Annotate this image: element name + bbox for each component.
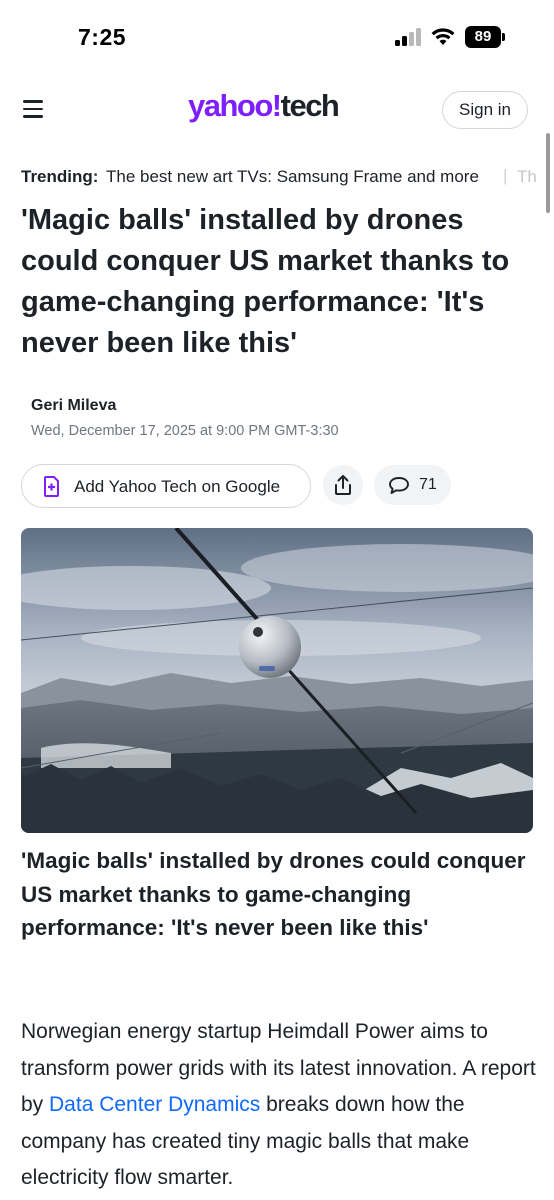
logo-section: tech: [280, 88, 340, 123]
author-name[interactable]: Geri Mileva: [31, 397, 116, 415]
trending-label: Trending:: [21, 167, 99, 186]
status-bar: 7:25 89: [0, 0, 554, 70]
article-body-paragraph: Norwegian energy startup Heimdall Power …: [21, 1014, 536, 1197]
publish-date: Wed, December 17, 2025 at 9:00 PM GMT-3:…: [31, 423, 339, 439]
battery-level: 89: [465, 26, 501, 48]
sign-in-button[interactable]: Sign in: [442, 91, 528, 129]
battery-icon: 89: [465, 26, 505, 48]
wifi-icon: [431, 28, 455, 45]
share-icon: [335, 475, 351, 495]
google-add-icon: [44, 476, 59, 497]
comment-icon: [389, 477, 409, 494]
add-on-google-label: Add Yahoo Tech on Google: [74, 477, 281, 496]
signal-icon: [395, 28, 423, 46]
article-headline: 'Magic balls' installed by drones could …: [21, 204, 510, 359]
trending-bar: Trending: The best new art TVs: Samsung …: [0, 160, 554, 196]
site-header: yahoo!tech Sign in: [0, 70, 554, 150]
trending-separator: |: [503, 166, 508, 185]
data-center-dynamics-link[interactable]: Data Center Dynamics: [49, 1093, 260, 1116]
comments-button[interactable]: 71: [374, 465, 451, 505]
menu-icon[interactable]: [23, 100, 43, 118]
article-hero-image[interactable]: [21, 528, 533, 833]
yahoo-tech-logo[interactable]: yahoo!tech: [188, 88, 340, 128]
trending-link[interactable]: The best new art TVs: Samsung Frame and …: [106, 167, 479, 187]
add-on-google-button[interactable]: Add Yahoo Tech on Google: [21, 464, 311, 508]
comment-count: 71: [419, 476, 437, 493]
logo-brand: yahoo!: [188, 88, 282, 123]
share-button[interactable]: [323, 465, 363, 505]
trending-link-next[interactable]: Th: [517, 167, 537, 187]
image-caption: 'Magic balls' installed by drones could …: [21, 848, 526, 940]
status-time: 7:25: [78, 24, 127, 50]
